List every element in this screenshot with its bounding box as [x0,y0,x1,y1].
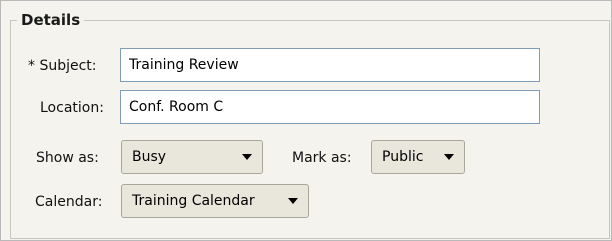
mark-as-label: Mark as: [292,150,352,166]
chevron-down-icon [288,198,298,204]
subject-input[interactable]: Training Review [120,48,540,82]
show-as-dropdown[interactable]: Busy [121,140,263,174]
details-panel: Details * Subject: Training Review Locat… [0,0,612,241]
location-label: Location: [40,100,104,116]
chevron-down-icon [242,154,252,160]
show-as-label: Show as: [36,150,99,166]
calendar-value: Training Calendar [132,193,255,209]
calendar-label: Calendar: [35,194,103,210]
location-input[interactable]: Conf. Room C [120,90,540,124]
details-group-title: Details [21,11,81,29]
mark-as-value: Public [382,149,424,165]
calendar-dropdown[interactable]: Training Calendar [121,184,309,218]
chevron-down-icon [444,154,454,160]
show-as-value: Busy [132,149,167,165]
subject-label: * Subject: [28,58,97,74]
mark-as-dropdown[interactable]: Public [371,140,465,174]
